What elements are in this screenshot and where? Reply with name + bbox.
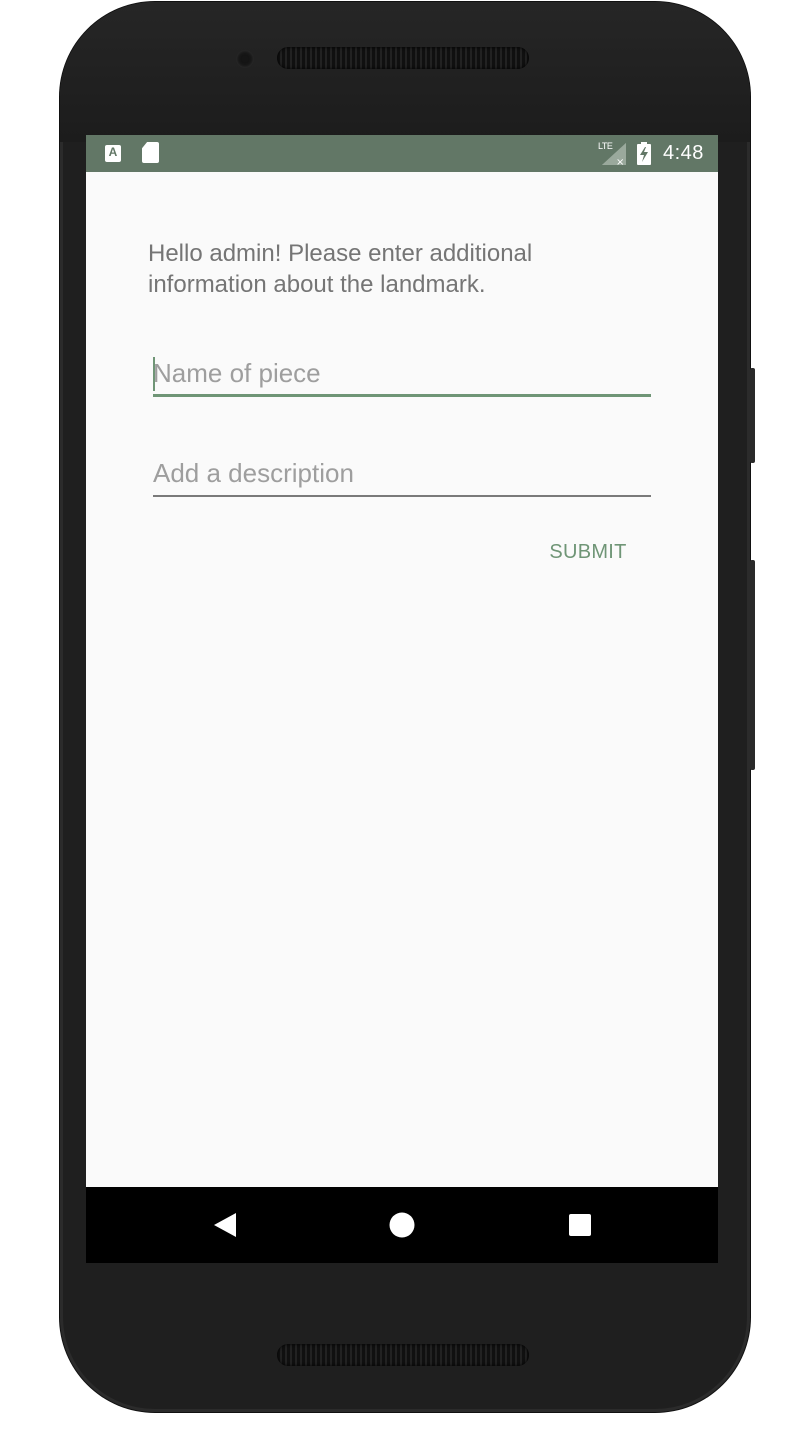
back-button[interactable]	[209, 1209, 241, 1241]
home-button[interactable]	[386, 1209, 418, 1241]
screen: A × LTE 4:48 Hello admin! Please enter a…	[86, 135, 718, 1263]
recents-icon	[569, 1214, 591, 1236]
volume-rocker	[750, 560, 755, 770]
description-field-underline	[153, 495, 651, 497]
svg-text:×: ×	[616, 157, 624, 165]
status-bar: A × LTE 4:48	[86, 135, 718, 172]
name-of-piece-field[interactable]	[153, 351, 651, 397]
network-type-label: LTE	[598, 141, 613, 151]
bottom-speaker	[277, 1344, 529, 1366]
home-icon	[389, 1212, 415, 1238]
sd-card-icon	[142, 142, 159, 163]
power-button	[750, 368, 755, 463]
front-camera	[236, 50, 254, 68]
top-speaker	[277, 47, 529, 69]
description-field[interactable]	[153, 451, 651, 497]
name-field-underline	[153, 394, 651, 397]
text-cursor	[153, 357, 155, 391]
name-of-piece-input[interactable]	[153, 351, 651, 395]
phone-top-bezel	[60, 2, 750, 142]
description-input[interactable]	[153, 451, 651, 495]
admin-form: Hello admin! Please enter additional inf…	[86, 172, 718, 1187]
navigation-bar	[86, 1187, 718, 1263]
back-icon	[214, 1213, 236, 1237]
keyboard-notification-icon: A	[105, 145, 121, 162]
submit-button[interactable]: SUBMIT	[538, 530, 638, 574]
status-time: 4:48	[663, 142, 704, 164]
recents-button[interactable]	[564, 1209, 596, 1241]
battery-charging-icon	[637, 142, 651, 165]
intro-text: Hello admin! Please enter additional inf…	[148, 240, 533, 298]
